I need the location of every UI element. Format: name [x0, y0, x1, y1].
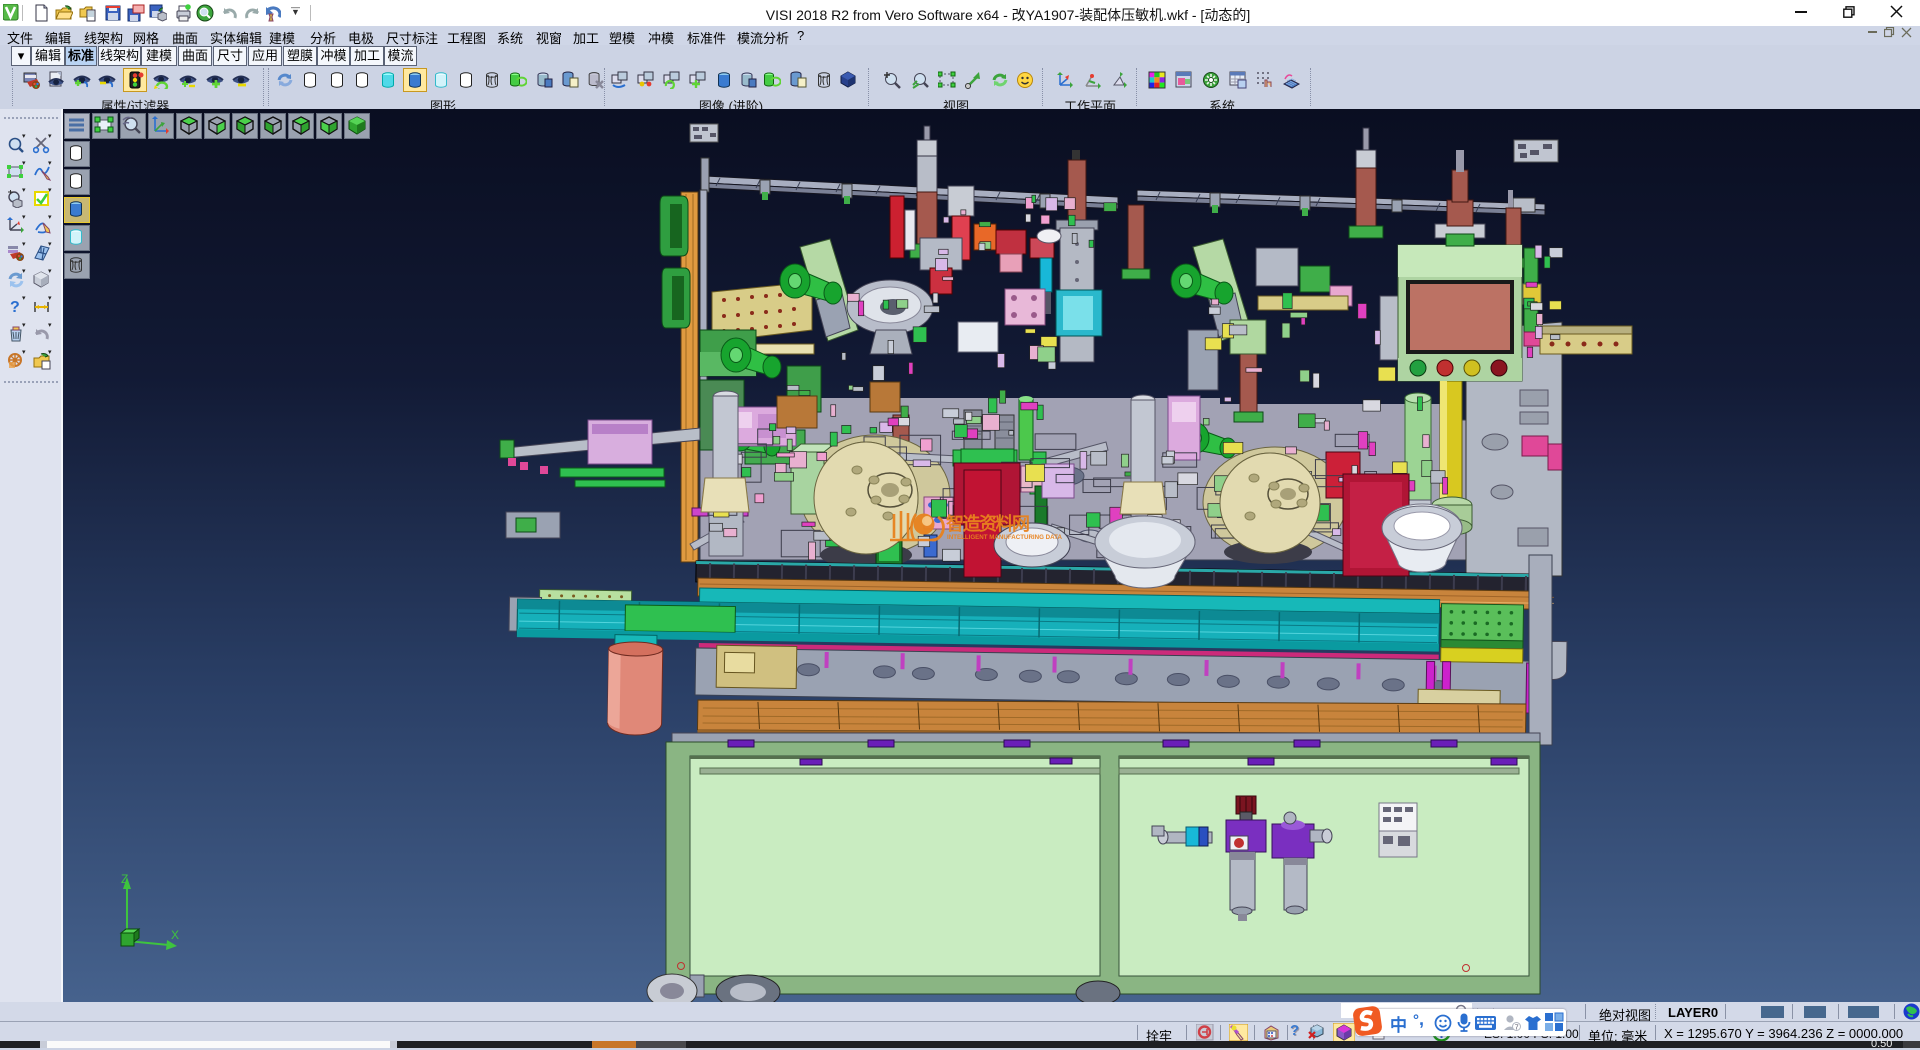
svg-text:Z: Z [121, 872, 128, 886]
svg-text:INTELLIGENT MANUFACTURING DATA: INTELLIGENT MANUFACTURING DATA [947, 534, 1062, 541]
svg-text:7: 7 [1515, 1025, 1519, 1032]
svg-text:智造资料网: 智造资料网 [946, 513, 1030, 534]
svg-text:X: X [171, 928, 179, 942]
svg-text:?: ? [10, 299, 20, 316]
